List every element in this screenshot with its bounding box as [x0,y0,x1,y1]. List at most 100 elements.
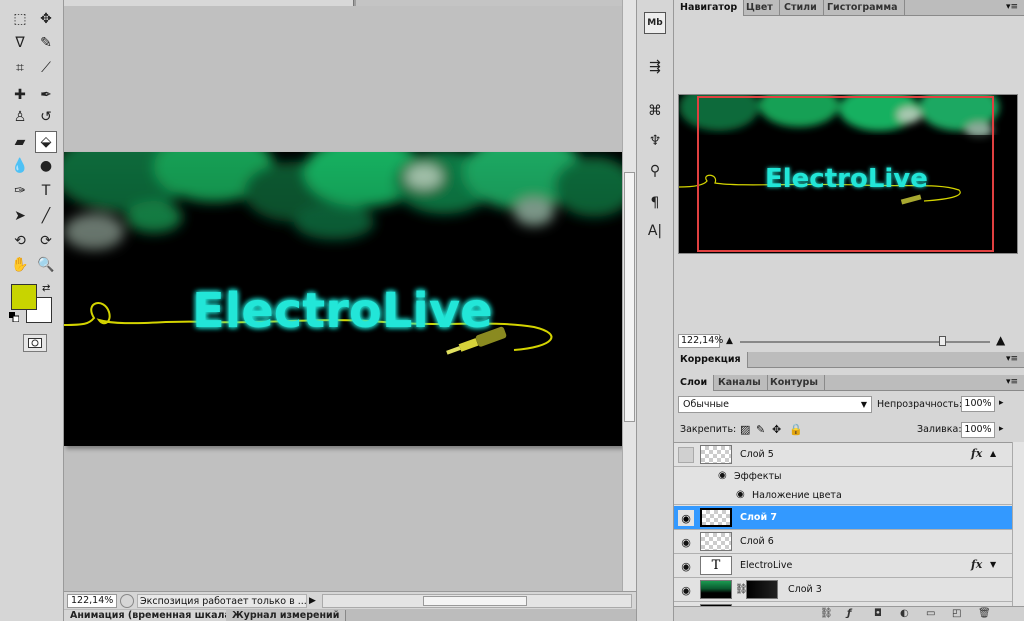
eraser-icon[interactable]: ▰ [9,131,31,153]
layer-row-selected[interactable]: ◉ Слой 7 [674,506,1012,530]
lasso-icon[interactable]: ᐁ [9,32,31,54]
vertical-scrollbar[interactable] [622,0,636,591]
history-brush-icon[interactable]: ↺ [35,106,57,128]
tab-navigator[interactable]: Навигатор [674,0,745,16]
crop-icon[interactable]: ⌗ [9,57,31,79]
horizontal-scrollbar-thumb[interactable] [422,595,527,606]
expand-arrow-icon[interactable]: ▼ [990,560,996,569]
navigator-zoom-slider[interactable] [740,336,990,346]
panel-menu-icon[interactable]: ▾≡ [1006,2,1018,12]
status-bar: 122,14% Экспозиция работает только в ...… [64,591,636,609]
eye-icon[interactable]: ◉ [736,489,745,500]
navigator-zoom-slider-thumb[interactable] [939,336,946,346]
document-canvas[interactable]: ElectroLive [64,132,622,446]
layer-row[interactable]: ◉ Слой 6 [674,530,1012,554]
delete-layer-icon[interactable]: 🗑 [978,608,991,619]
character-icon[interactable]: A| [644,220,666,242]
marquee-icon[interactable]: ⬚ [9,8,31,30]
line-icon[interactable]: ╱ [35,205,57,227]
eye-icon[interactable]: ◉ [718,470,727,481]
visibility-toggle[interactable]: ◉ [678,534,694,550]
layer-mask-thumbnail[interactable] [746,580,778,599]
adjustment-layer-icon[interactable]: ◐ [900,608,909,619]
path-selection-icon[interactable]: ➤ [9,205,31,227]
dodge-icon[interactable]: ● [35,155,57,177]
add-mask-icon[interactable]: ◘ [874,608,882,619]
paragraph-icon[interactable]: ¶ [644,192,666,214]
brush-icon[interactable]: ✒ [35,84,57,106]
fill-field[interactable]: 100% [961,422,995,438]
visibility-toggle[interactable] [678,447,694,463]
add-style-icon[interactable]: ƒ [847,608,851,619]
opacity-field[interactable]: 100% [961,396,995,412]
fill-arrow-icon[interactable]: ▸ [999,424,1004,434]
eyedropper-icon[interactable]: ⟋ [35,57,57,79]
zoom-out-mountain-icon[interactable]: ▲ [726,336,733,346]
navigator-preview[interactable]: ElectroLive [678,94,1018,254]
paint-bucket-icon[interactable]: ⬙ [35,131,57,153]
3d-orbit-icon[interactable]: ⟳ [35,230,57,252]
lock-all-icon[interactable]: 🔒 [789,423,803,436]
new-layer-icon[interactable]: ◰ [952,608,961,619]
collapse-arrow-icon[interactable]: ▲ [990,449,996,458]
document-tab-active[interactable] [64,0,354,6]
opacity-arrow-icon[interactable]: ▸ [999,398,1004,408]
blur-icon[interactable]: 💧 [9,155,31,177]
zoom-in-mountain-icon[interactable]: ▲ [996,333,1005,347]
move-icon[interactable]: ✥ [35,8,57,30]
mini-bridge-icon[interactable]: Mb [644,12,666,34]
default-colors-icon[interactable] [9,312,19,322]
fx-icon[interactable]: fx [971,447,982,460]
foreground-color-swatch[interactable] [11,284,37,310]
tab-paths[interactable]: Контуры [764,375,825,391]
panel-menu-icon[interactable]: ▾≡ [1006,354,1018,364]
status-menu-arrow-icon[interactable]: ▶ [309,596,316,606]
tab-histogram[interactable]: Гистограмма [821,0,905,16]
document-tab[interactable] [356,0,622,6]
zoom-icon[interactable]: 🔍 [35,254,57,276]
visibility-toggle[interactable]: ◉ [678,582,694,598]
navigator-zoom-field[interactable]: 122,14% [678,334,723,348]
tab-channels[interactable]: Каналы [712,375,768,391]
tab-layers[interactable]: Слои [674,375,715,391]
type-icon[interactable]: T [35,180,57,202]
status-info-icon[interactable] [120,593,134,608]
layers-scrollbar[interactable] [1012,442,1024,606]
fx-icon[interactable]: fx [971,558,982,571]
lock-position-icon[interactable]: ✥ [772,423,781,436]
tab-animation-timeline[interactable]: Анимация (временная шкала) [64,610,243,621]
blend-mode-select[interactable]: Обычные ▼ [678,396,872,413]
quick-selection-icon[interactable]: ✎ [35,32,57,54]
tab-color[interactable]: Цвет [740,0,780,16]
quick-mask-button[interactable] [23,334,47,352]
swap-colors-icon[interactable]: ⇄ [42,283,50,294]
hand-icon[interactable]: ✋ [9,254,31,276]
zoom-level-field[interactable]: 122,14% [67,593,117,608]
layer-row[interactable]: Слой 5 fx ▲ [674,443,1012,467]
3d-rotate-icon[interactable]: ⟲ [9,230,31,252]
healing-brush-icon[interactable]: ✚ [9,84,31,106]
tool-presets-icon[interactable]: ⚲ [644,160,666,182]
brush-presets-icon[interactable]: ⌘ [644,100,666,122]
history-icon[interactable]: ⇶ [644,56,666,78]
link-layers-icon[interactable]: ⛓ [820,608,833,619]
clone-source-icon[interactable]: ♆ [644,130,666,152]
horizontal-scrollbar[interactable] [321,593,632,608]
clone-stamp-icon[interactable]: ♙ [9,106,31,128]
visibility-toggle[interactable]: ◉ [678,510,694,526]
lock-pixels-icon[interactable]: ✎ [756,423,765,436]
pen-icon[interactable]: ✑ [9,180,31,202]
layer-row[interactable]: ◉ ⛓ Слой 3 [674,578,1012,602]
effect-row[interactable]: ◉ Наложение цвета [674,486,1012,505]
vertical-scrollbar-thumb[interactable] [624,172,635,422]
new-group-icon[interactable]: ▭ [926,608,935,619]
lock-transparency-icon[interactable]: ▨ [740,423,750,436]
tab-correction[interactable]: Коррекция [674,352,748,368]
layer-row[interactable]: ◉ T ElectroLive fx ▼ [674,554,1012,578]
tab-measurement-log[interactable]: Журнал измерений [226,610,347,621]
effects-row[interactable]: ◉ Эффекты [674,467,1012,486]
panel-menu-icon[interactable]: ▾≡ [1006,377,1018,387]
navigator-view-frame[interactable] [697,96,994,252]
visibility-toggle[interactable]: ◉ [678,558,694,574]
tab-styles[interactable]: Стили [778,0,824,16]
